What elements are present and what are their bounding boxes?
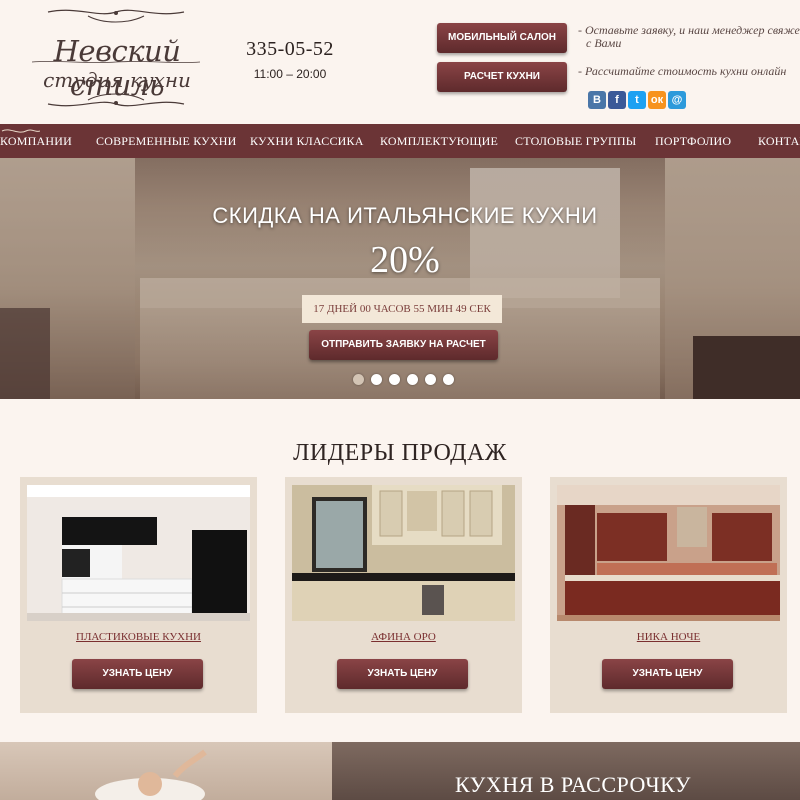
kitchen-calculation-button[interactable]: РАСЧЕТ КУХНИ bbox=[437, 62, 567, 92]
product-card: АФИНА ОРО УЗНАТЬ ЦЕНУ bbox=[285, 477, 522, 713]
nav-item-company[interactable]: КОМПАНИИ bbox=[0, 124, 72, 158]
vk-icon[interactable]: B bbox=[588, 91, 606, 109]
social-links: Bf t ок @ bbox=[588, 91, 686, 109]
callback-note-line1: - Оставьте заявку, и наш менеджер свяжет… bbox=[578, 23, 800, 37]
mobile-salon-button[interactable]: МОБИЛЬНЫЙ САЛОН bbox=[437, 23, 567, 53]
logo[interactable]: Невский стиль студия кухни bbox=[28, 4, 204, 112]
send-request-button[interactable]: ОТПРАВИТЬ ЗАЯВКУ НА РАСЧЕТ bbox=[309, 330, 498, 360]
product-link[interactable]: АФИНА ОРО bbox=[285, 631, 522, 643]
product-image-plastic[interactable] bbox=[27, 485, 250, 621]
logo-subtitle: студия кухни bbox=[43, 68, 191, 92]
nav-item-contacts[interactable]: КОНТАКТЫ bbox=[758, 124, 800, 158]
get-price-button[interactable]: УЗНАТЬ ЦЕНУ bbox=[337, 659, 468, 689]
slider-dot[interactable] bbox=[443, 374, 454, 385]
callback-note-line2: с Вами bbox=[586, 36, 622, 50]
get-price-button[interactable]: УЗНАТЬ ЦЕНУ bbox=[602, 659, 733, 689]
slider-dot[interactable] bbox=[407, 374, 418, 385]
slider-dot[interactable] bbox=[371, 374, 382, 385]
product-card: НИКА НОЧЕ УЗНАТЬ ЦЕНУ bbox=[550, 477, 787, 713]
get-price-button[interactable]: УЗНАТЬ ЦЕНУ bbox=[72, 659, 203, 689]
facebook-icon[interactable]: f bbox=[608, 91, 626, 109]
main-nav: КОМПАНИИ СОВРЕМЕННЫЕ КУХНИ КУХНИ КЛАССИК… bbox=[0, 124, 800, 158]
hero-title: СКИДКА НА ИТАЛЬЯНСКИЕ КУХНИ bbox=[212, 203, 598, 228]
countdown-timer: 17 ДНЕЙ 00 ЧАСОВ 55 МИН 49 СЕК bbox=[302, 295, 502, 323]
hero-slider: СКИДКА НА ИТАЛЬЯНСКИЕ КУХНИ 20% 17 ДНЕЙ … bbox=[0, 158, 800, 399]
slider-dot[interactable] bbox=[389, 374, 400, 385]
twitter-icon[interactable]: t bbox=[628, 91, 646, 109]
odnoklassniki-icon[interactable]: ок bbox=[648, 91, 666, 109]
hero-discount: 20% bbox=[370, 239, 440, 281]
installment-banner: КУХНЯ В РАССРОЧКУ bbox=[0, 742, 800, 800]
installment-title: КУХНЯ В РАССРОЧКУ bbox=[455, 772, 691, 797]
nav-item-classic[interactable]: КУХНИ КЛАССИКА bbox=[250, 124, 364, 158]
nav-item-components[interactable]: КОМПЛЕКТУЮЩИЕ bbox=[380, 124, 498, 158]
product-image-nika-noche[interactable] bbox=[557, 485, 780, 621]
installment-banner-image bbox=[0, 742, 332, 800]
nav-item-portfolio[interactable]: ПОРТФОЛИО bbox=[655, 124, 731, 158]
nav-item-dining[interactable]: СТОЛОВЫЕ ГРУППЫ bbox=[515, 124, 636, 158]
leaders-title: ЛИДЕРЫ ПРОДАЖ bbox=[293, 440, 507, 466]
header: Невский стиль студия кухни 335-05-52 11:… bbox=[0, 0, 800, 124]
slider-dots bbox=[353, 374, 454, 385]
calculate-note: - Рассчитайте стоимость кухни онлайн bbox=[578, 64, 787, 78]
product-card: ПЛАСТИКОВЫЕ КУХНИ УЗНАТЬ ЦЕНУ bbox=[20, 477, 257, 713]
product-link[interactable]: НИКА НОЧЕ bbox=[550, 631, 787, 643]
nav-item-modern[interactable]: СОВРЕМЕННЫЕ КУХНИ bbox=[96, 124, 236, 158]
product-link[interactable]: ПЛАСТИКОВЫЕ КУХНИ bbox=[20, 631, 257, 643]
working-hours: 11:00 – 20:00 bbox=[253, 67, 327, 81]
slider-dot[interactable] bbox=[353, 374, 364, 385]
phone-number[interactable]: 335-05-52 bbox=[230, 38, 350, 61]
slider-dot[interactable] bbox=[425, 374, 436, 385]
callback-note: - Оставьте заявку, и наш менеджер свяжет… bbox=[578, 24, 800, 50]
product-image-afina-oro[interactable] bbox=[292, 485, 515, 621]
mailru-icon[interactable]: @ bbox=[668, 91, 686, 109]
page: Невский стиль студия кухни 335-05-52 11:… bbox=[0, 0, 800, 800]
